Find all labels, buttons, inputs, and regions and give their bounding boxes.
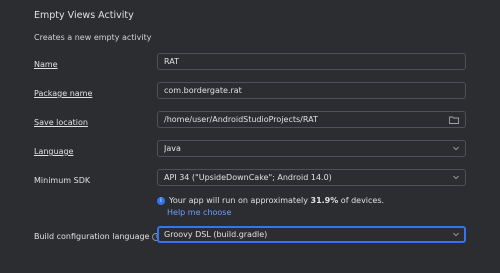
- page-subtitle: Creates a new empty activity: [34, 33, 152, 42]
- coverage-text-after: of devices.: [338, 196, 385, 205]
- language-value: Java: [164, 144, 181, 153]
- save-location-field[interactable]: /home/user/AndroidStudioProjects/RAT: [157, 111, 466, 128]
- language-label: Language: [34, 147, 73, 156]
- package-label: Package name: [34, 89, 92, 98]
- build-config-value: Groovy DSL (build.gradle): [164, 230, 268, 239]
- folder-icon[interactable]: [449, 116, 459, 124]
- coverage-text: Your app will run on approximately 31.9%…: [169, 196, 384, 205]
- min-sdk-value: API 34 ("UpsideDownCake"; Android 14.0): [164, 173, 332, 182]
- sdk-coverage-info: i Your app will run on approximately 31.…: [157, 196, 384, 205]
- min-sdk-label: Minimum SDK: [34, 176, 91, 185]
- info-icon: i: [157, 196, 165, 205]
- name-value: RAT: [164, 57, 179, 66]
- package-name-value: com.bordergate.rat: [164, 86, 242, 95]
- page-title: Empty Views Activity: [34, 10, 134, 21]
- name-label: Name: [34, 60, 58, 69]
- chevron-down-icon: [453, 232, 459, 238]
- save-location-value: /home/user/AndroidStudioProjects/RAT: [164, 115, 318, 124]
- build-config-select[interactable]: Groovy DSL (build.gradle): [157, 226, 466, 243]
- coverage-percent: 31.9%: [310, 196, 339, 205]
- help-me-choose-link[interactable]: Help me choose: [167, 208, 231, 217]
- name-label-text: Name: [34, 60, 58, 69]
- build-config-label-text: Build configuration language: [34, 232, 150, 241]
- name-field[interactable]: RAT: [157, 53, 466, 70]
- min-sdk-select[interactable]: API 34 ("UpsideDownCake"; Android 14.0): [157, 169, 466, 186]
- coverage-text-before: Your app will run on approximately: [169, 196, 311, 205]
- package-label-text: Package name: [34, 89, 93, 98]
- chevron-down-icon: [453, 146, 459, 152]
- language-label-text: Language: [34, 147, 74, 156]
- save-location-label-text: Save location: [34, 118, 88, 127]
- build-config-label: Build configuration language ?: [34, 232, 161, 241]
- package-name-field[interactable]: com.bordergate.rat: [157, 82, 466, 99]
- save-location-label: Save location: [34, 118, 88, 127]
- chevron-down-icon: [453, 175, 459, 181]
- language-select[interactable]: Java: [157, 140, 466, 157]
